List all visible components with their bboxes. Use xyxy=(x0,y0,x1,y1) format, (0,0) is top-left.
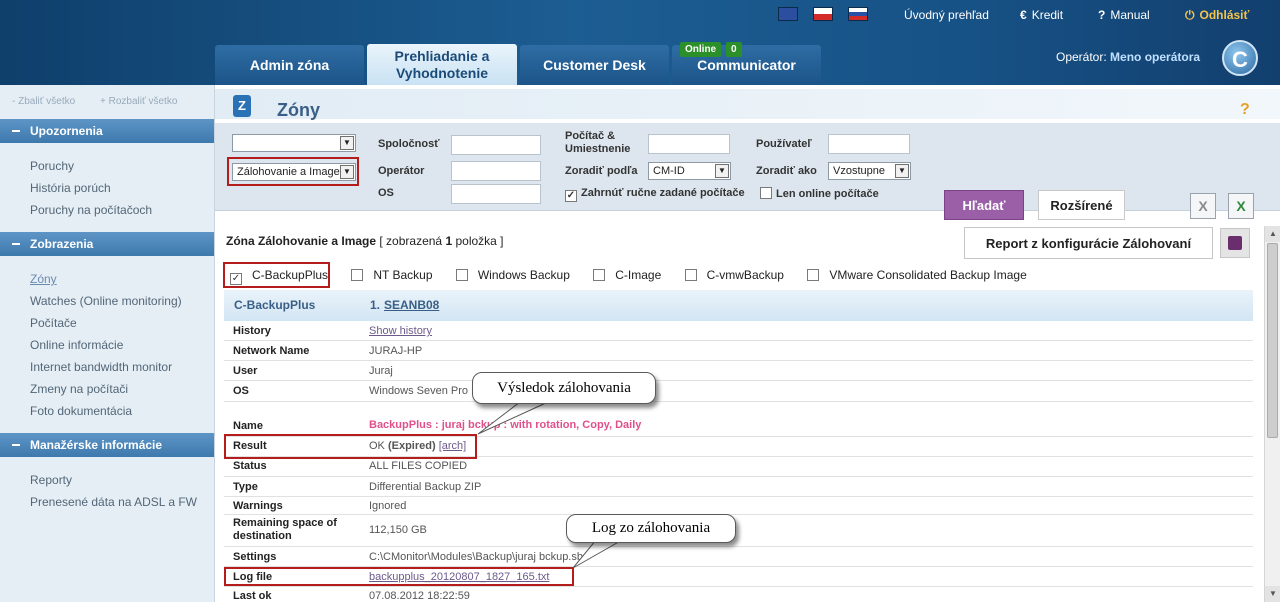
callout-pointer-log xyxy=(572,539,624,569)
scroll-down-icon[interactable]: ▼ xyxy=(1265,586,1280,602)
scrollbar-thumb[interactable] xyxy=(1267,243,1278,438)
callout-pointer-result xyxy=(477,401,549,435)
callout-backup-result: Výsledok zálohovania xyxy=(472,372,656,404)
callout-pointers xyxy=(477,401,624,569)
callout-backup-log: Log zo zálohovania xyxy=(566,514,736,543)
vertical-scrollbar[interactable]: ▲ ▼ xyxy=(1264,226,1280,602)
scroll-up-icon[interactable]: ▲ xyxy=(1265,226,1280,242)
